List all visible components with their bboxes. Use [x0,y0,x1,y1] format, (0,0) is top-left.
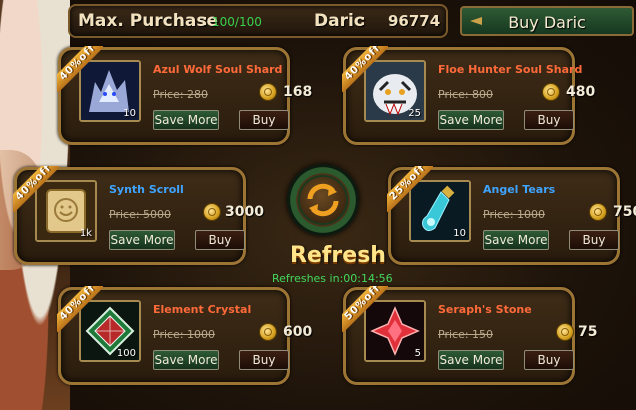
item-name: Floe Hunter Soul Shard [438,63,583,76]
gold-coin-icon [556,323,574,341]
item-original-price: Price: 1000 [153,328,216,341]
daric-colon: : [360,13,366,29]
shop-header-bar: Max. Purchase : 100/100 Daric : 96774 [68,4,448,38]
buy-button[interactable]: Buy [569,230,619,250]
buy-button[interactable]: Buy [524,110,574,130]
max-purchase-colon: : [202,13,208,29]
gold-coin-icon [589,203,607,221]
item-price: 750 [613,204,636,220]
item-original-price: Price: 1000 [483,208,546,221]
daric-value: 96774 [388,12,441,30]
item-name: Angel Tears [483,183,556,196]
gold-coin-icon [259,323,277,341]
shop-item-card: 10 40%off Azul Wolf Soul Shard Price: 28… [57,46,312,145]
discount-label: 40%off [342,46,388,92]
shop-item-card: 10 25%off Angel Tears Price: 1000 750 Sa… [387,166,636,265]
item-name: Seraph's Stone [438,303,532,316]
buy-button[interactable]: Buy [195,230,245,250]
item-name: Azul Wolf Soul Shard [153,63,283,76]
shop-item-card: 5 50%off Seraph's Stone Price: 150 75 Sa… [342,286,597,385]
refresh-timer: Refreshes in:00:14:56 [272,272,393,285]
save-more-button[interactable]: Save More [153,110,219,130]
gold-coin-icon [542,83,560,101]
save-more-button[interactable]: Save More [483,230,549,250]
item-price: 168 [283,84,313,100]
discount-ribbon: 40%off [57,286,103,332]
item-original-price: Price: 280 [153,88,209,101]
item-original-price: Price: 5000 [109,208,172,221]
buy-button[interactable]: Buy [239,350,289,370]
gold-coin-icon [203,203,221,221]
discount-ribbon: 25%off [387,166,433,212]
item-original-price: Price: 800 [438,88,494,101]
discount-ribbon: 50%off [342,286,388,332]
item-quantity: 10 [123,108,136,119]
max-purchase-value: 100/100 [212,15,262,29]
discount-ribbon: 40%off [13,166,59,212]
item-price: 3000 [225,204,264,220]
item-quantity: 100 [116,348,136,359]
shop-item-card: 25 40%off Floe Hunter Soul Shard Price: … [342,46,595,145]
buy-daric-label: Buy Daric [508,13,586,32]
item-price: 480 [566,84,596,100]
discount-ribbon: 40%off [342,46,388,92]
discount-label: 50%off [342,286,388,332]
save-more-button[interactable]: Save More [438,110,504,130]
item-quantity: 5 [414,348,421,359]
discount-label: 40%off [57,286,103,332]
save-more-button[interactable]: Save More [153,350,219,370]
refresh-button[interactable] [287,164,359,236]
buy-button[interactable]: Buy [524,350,574,370]
item-quantity: 10 [453,228,466,239]
save-more-button[interactable]: Save More [109,230,175,250]
refresh-label: Refresh [290,243,386,268]
buy-button[interactable]: Buy [239,110,289,130]
item-name: Synth Scroll [109,183,184,196]
item-original-price: Price: 150 [438,328,494,341]
gold-coin-icon [259,83,277,101]
buy-daric-button[interactable]: Buy Daric [460,6,634,36]
item-price: 600 [283,324,313,340]
discount-label: 40%off [57,46,103,92]
item-name: Element Crystal [153,303,252,316]
shop-panel: Max. Purchase : 100/100 Daric : 96774 Bu… [0,0,636,410]
shop-item-card: 1k 40%off Synth Scroll Price: 5000 3000 … [13,166,264,265]
daric-label: Daric [314,11,364,31]
item-price: 75 [578,324,598,340]
shop-item-card: 100 40%off Element Crystal Price: 1000 6… [57,286,312,385]
item-quantity: 1k [79,228,92,239]
discount-label: 40%off [13,166,59,212]
refresh-icon [298,175,348,225]
discount-ribbon: 40%off [57,46,103,92]
discount-label: 25%off [387,166,433,212]
ornament-left-icon [470,17,482,25]
item-quantity: 25 [408,108,421,119]
max-purchase-label: Max. Purchase [78,11,218,31]
save-more-button[interactable]: Save More [438,350,504,370]
